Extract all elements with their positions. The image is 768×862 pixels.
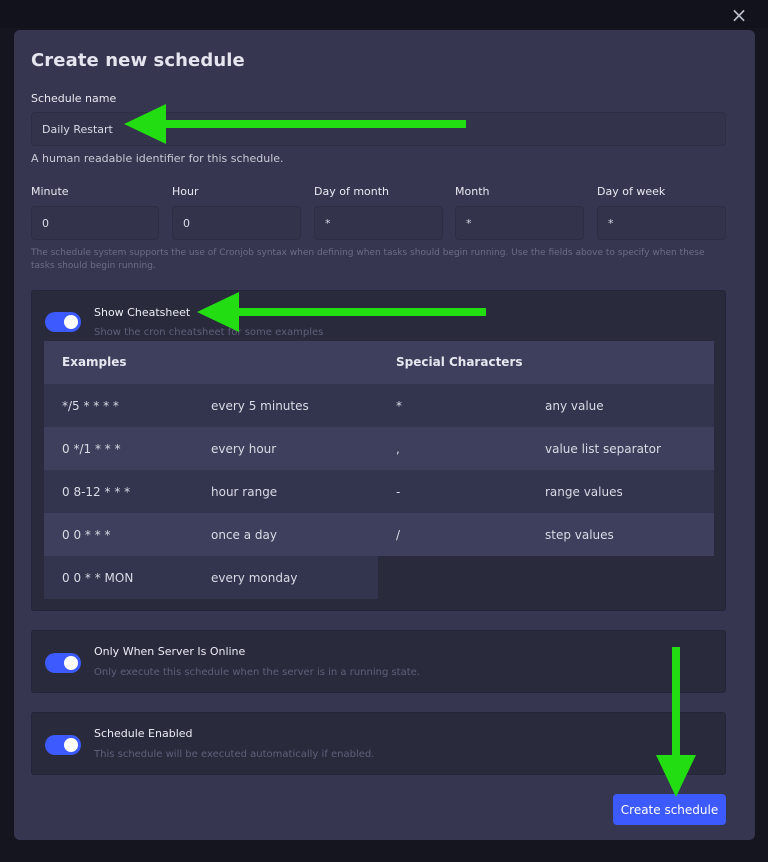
only-online-toggle[interactable]: [45, 653, 81, 673]
day-of-month-value: *: [325, 216, 331, 230]
example-row: 0 0 * * * once a day: [44, 513, 378, 556]
example-row: 0 0 * * MON every monday: [44, 556, 378, 599]
arrow-head: [656, 755, 696, 797]
day-of-week-label: Day of week: [597, 185, 666, 198]
page-backdrop: [0, 0, 768, 28]
arrow-head: [124, 104, 166, 144]
month-value: *: [466, 216, 472, 230]
example-row: */5 * * * * every 5 minutes: [44, 384, 378, 427]
modal-title: Create new schedule: [31, 50, 245, 71]
arrow-head: [197, 292, 239, 332]
arrow-shaft: [164, 120, 466, 128]
cheatsheet-table: Examples Special Characters */5 * * * * …: [44, 341, 714, 599]
special-description: value list separator: [545, 442, 661, 456]
special-row: , value list separator: [378, 427, 714, 470]
example-description: every hour: [211, 442, 277, 456]
special-character: /: [396, 528, 401, 542]
example-description: hour range: [211, 485, 278, 499]
arrow-shaft: [672, 647, 680, 759]
special-character: -: [396, 485, 401, 499]
toggle-knob: [64, 315, 78, 329]
minute-value: 0: [42, 216, 49, 230]
cron-syntax-help: The schedule system supports the use of …: [31, 248, 705, 271]
day-of-week-input[interactable]: *: [597, 206, 726, 240]
day-of-month-label: Day of month: [314, 185, 390, 198]
examples-header-cell: Examples: [44, 341, 378, 384]
annotation-arrow-left-icon: [124, 104, 466, 144]
cheatsheet-toggle[interactable]: [45, 312, 81, 332]
special-description: range values: [545, 485, 623, 499]
create-schedule-modal: Create new schedule Schedule name Daily …: [14, 30, 755, 840]
toggle-knob: [64, 738, 78, 752]
special-row: - range values: [378, 470, 714, 513]
day-of-week-value: *: [608, 216, 614, 230]
special-characters-header: Special Characters: [396, 355, 523, 369]
special-character: ,: [396, 442, 400, 456]
arrow-shaft: [235, 308, 486, 316]
special-header-cell: Special Characters: [378, 341, 714, 384]
examples-header: Examples: [62, 355, 127, 369]
only-online-description: Only execute this schedule when the serv…: [94, 667, 420, 678]
close-icon[interactable]: ×: [730, 5, 748, 25]
example-expression: 0 0 * * MON: [62, 571, 134, 585]
hour-label: Hour: [172, 185, 199, 198]
example-expression: 0 */1 * * *: [62, 442, 121, 456]
month-input[interactable]: *: [455, 206, 584, 240]
special-row: / step values: [378, 513, 714, 556]
minute-input[interactable]: 0: [31, 206, 159, 240]
toggle-knob: [64, 656, 78, 670]
hour-value: 0: [183, 216, 190, 230]
example-expression: */5 * * * *: [62, 399, 119, 413]
example-description: once a day: [211, 528, 277, 542]
schedule-enabled-title: Schedule Enabled: [94, 727, 193, 740]
schedule-enabled-panel: Schedule Enabled This schedule will be e…: [31, 712, 726, 775]
annotation-arrow-left-icon: [197, 292, 486, 332]
only-online-panel: Only When Server Is Online Only execute …: [31, 630, 726, 693]
example-expression: 0 8-12 * * *: [62, 485, 131, 499]
special-description: step values: [545, 528, 614, 542]
annotation-arrow-down-icon: [656, 647, 696, 797]
minute-label: Minute: [31, 185, 69, 198]
example-expression: 0 0 * * *: [62, 528, 111, 542]
cheatsheet-title: Show Cheatsheet: [94, 306, 191, 319]
hour-input[interactable]: 0: [172, 206, 301, 240]
schedule-name-value: Daily Restart: [42, 122, 113, 136]
schedule-name-label: Schedule name: [31, 92, 117, 105]
example-description: every 5 minutes: [211, 399, 309, 413]
special-character: *: [396, 399, 402, 413]
special-description: any value: [545, 399, 604, 413]
schedule-enabled-description: This schedule will be executed automatic…: [94, 749, 375, 760]
schedule-name-help: A human readable identifier for this sch…: [31, 152, 284, 165]
example-row: 0 */1 * * * every hour: [44, 427, 378, 470]
only-online-title: Only When Server Is Online: [94, 645, 246, 658]
month-label: Month: [455, 185, 490, 198]
special-row: * any value: [378, 384, 714, 427]
example-row: 0 8-12 * * * hour range: [44, 470, 378, 513]
day-of-month-input[interactable]: *: [314, 206, 443, 240]
example-description: every monday: [211, 571, 298, 585]
cheatsheet-panel: Show Cheatsheet Show the cron cheatsheet…: [31, 290, 726, 611]
schedule-enabled-toggle[interactable]: [45, 735, 81, 755]
